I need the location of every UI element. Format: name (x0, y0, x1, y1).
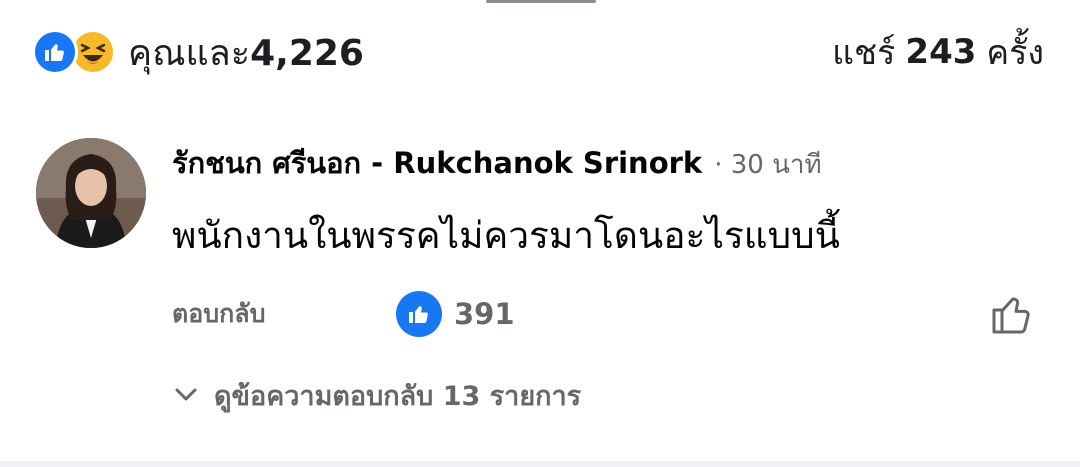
view-replies-button[interactable]: ดูข้อความตอบกลับ 13 รายการ (172, 370, 581, 420)
like-button[interactable] (988, 290, 1036, 338)
divider (0, 461, 1080, 467)
comment-header: รักชนก ศรีนอก - Rukchanok Srinork · 30 น… (172, 140, 1052, 184)
comment-author[interactable]: รักชนก ศรีนอก - Rukchanok Srinork (172, 140, 702, 186)
chevron-down-icon (175, 388, 197, 401)
reaction-count: 4,226 (250, 32, 364, 74)
comment-time[interactable]: · 30 นาที (714, 144, 821, 185)
comment-actions: ตอบกลับ 391 (172, 290, 515, 338)
reaction-summary-text: คุณและ4,226 (128, 24, 364, 81)
avatar[interactable] (36, 138, 146, 248)
comment-like-count: 391 (454, 297, 515, 331)
comment-reactions[interactable]: 391 (396, 290, 515, 338)
drag-handle[interactable] (486, 0, 596, 3)
comment-text: พนักงานในพรรคไม่ควรมาโดนอะไรแบบนี้ (172, 214, 840, 257)
shares-label: แชร์ (832, 33, 896, 73)
shares-suffix: ครั้ง (986, 33, 1044, 73)
like-icon (396, 291, 442, 337)
shares-summary[interactable]: แชร์ 243 ครั้ง (832, 22, 1044, 82)
view-replies-label: ดูข้อความตอบกลับ 13 รายการ (214, 380, 582, 412)
reaction-prefix: คุณและ (128, 32, 251, 74)
thumbs-up-outline-icon (992, 297, 1030, 334)
reply-button[interactable]: ตอบกลับ (172, 294, 265, 334)
like-icon (32, 29, 78, 75)
comment: รักชนก ศรีนอก - Rukchanok Srinork · 30 น… (172, 140, 1052, 265)
reactions-summary[interactable]: คุณและ4,226 (32, 22, 364, 82)
shares-count: 243 (905, 32, 977, 72)
